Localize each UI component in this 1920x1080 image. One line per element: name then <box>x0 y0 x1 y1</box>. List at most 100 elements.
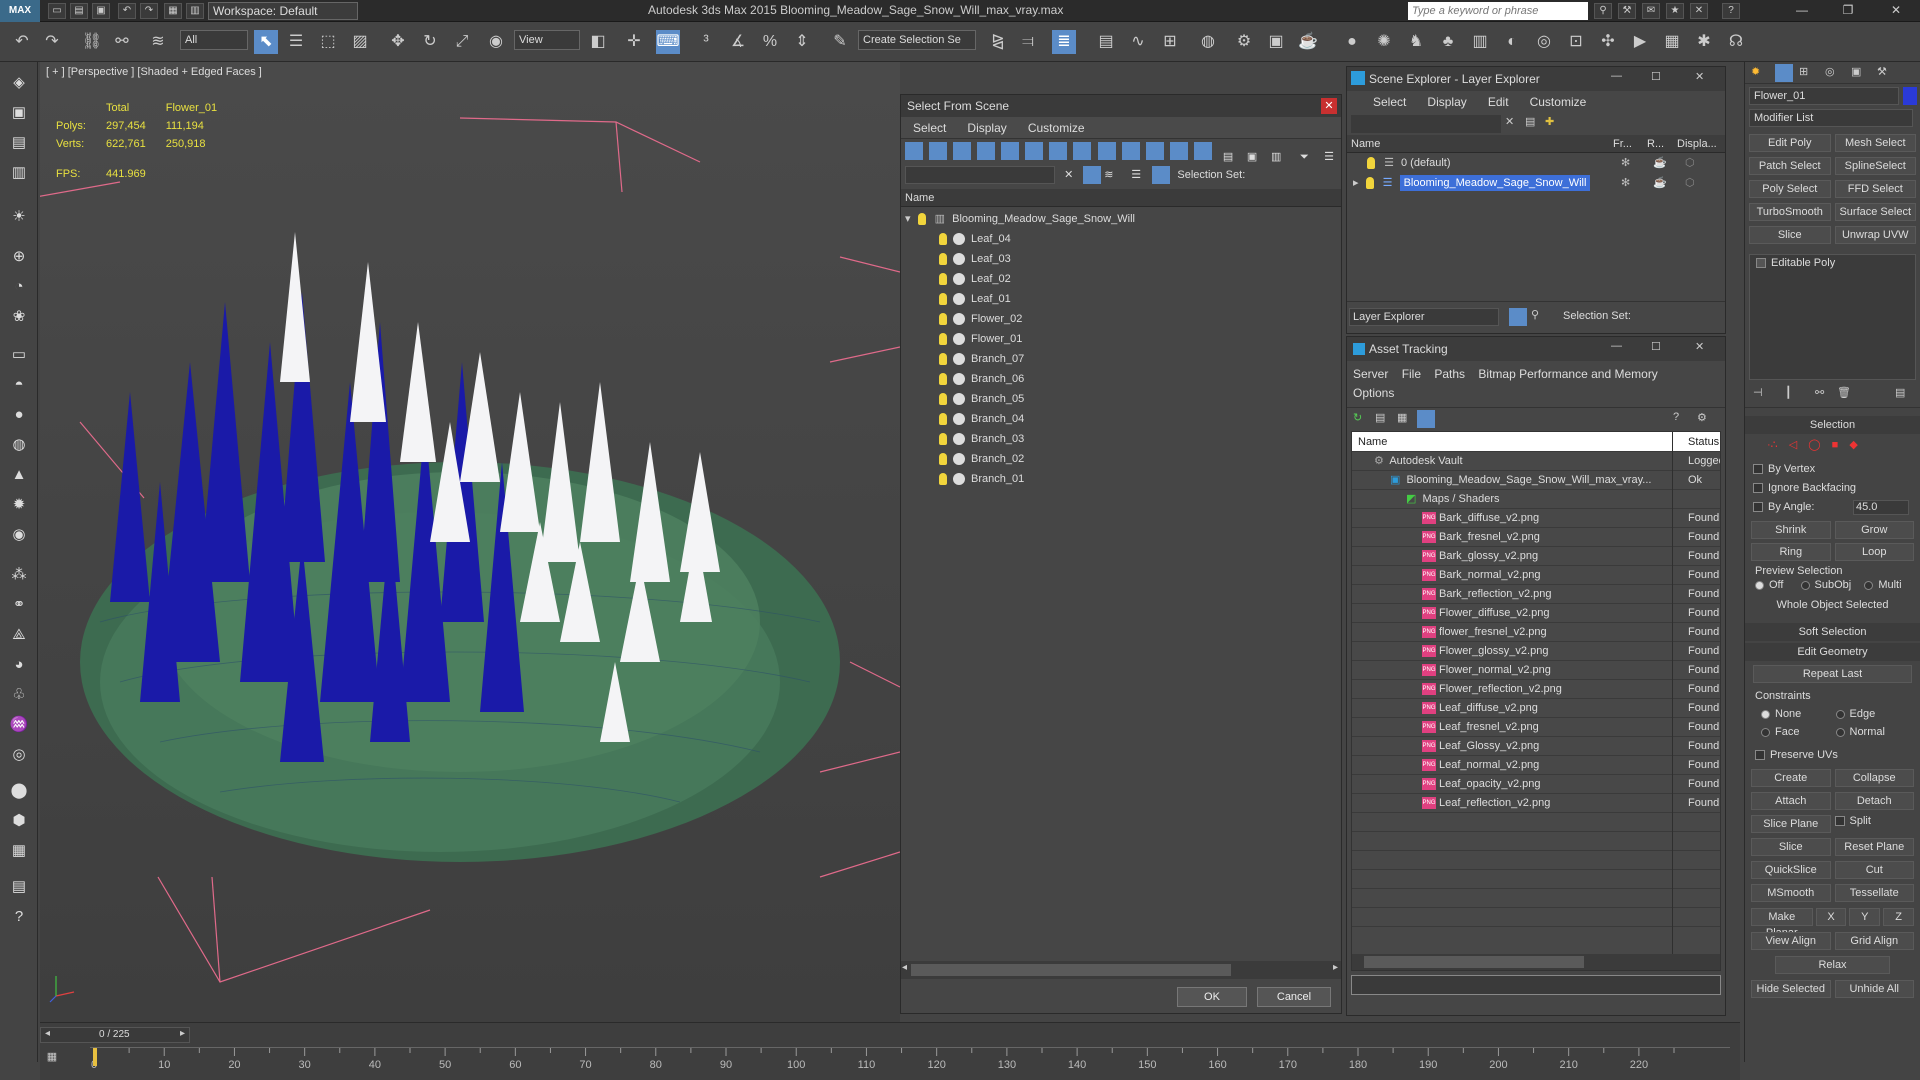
display-containers-icon[interactable] <box>1121 142 1140 160</box>
sfs-item-row[interactable]: Branch_03 <box>901 429 1341 449</box>
modifier-button[interactable]: Unwrap UVW <box>1834 226 1916 244</box>
sfs-menu-select[interactable]: Select <box>913 121 946 135</box>
se-menu-display[interactable]: Display <box>1427 95 1466 109</box>
vray-sun-icon[interactable]: ✺ <box>1372 30 1396 54</box>
at-minimize-icon[interactable]: — <box>1611 340 1622 352</box>
display-box-icon[interactable]: ⬡ <box>1685 173 1695 193</box>
at-maximize-icon[interactable]: ☐ <box>1651 340 1661 353</box>
modifier-button[interactable]: Surface Select <box>1834 203 1916 221</box>
undo-icon[interactable]: ↶ <box>118 3 136 19</box>
scale-icon[interactable]: ⤢ <box>450 30 474 54</box>
sfs-item-row[interactable]: Branch_06 <box>901 369 1341 389</box>
configure-sets-icon[interactable]: ▤ <box>1895 386 1905 399</box>
se-add-to-layer-icon[interactable]: ✚ <box>1545 115 1554 128</box>
scroll-left-icon[interactable]: ◂ <box>902 962 907 973</box>
sfs-menu-customize[interactable]: Customize <box>1028 121 1085 135</box>
planar-x-button[interactable]: X <box>1815 908 1847 926</box>
close-window-icon[interactable]: ✕ <box>1884 3 1908 19</box>
at-close-icon[interactable]: ✕ <box>1695 340 1704 353</box>
new-file-icon[interactable]: ▭ <box>48 3 66 19</box>
display-box-icon[interactable]: ⬡ <box>1685 153 1695 173</box>
se-col-name[interactable]: Name <box>1351 135 1380 153</box>
align-icon[interactable]: ⫤ <box>1016 30 1040 54</box>
time-slider-prev-icon[interactable]: ◂ <box>45 1028 50 1039</box>
render-production-icon[interactable]: ☕ <box>1296 30 1320 54</box>
perspective-viewport[interactable]: [ + ] [Perspective ] [Shaded + Edged Fac… <box>40 62 900 1022</box>
redo-icon[interactable]: ↷ <box>140 3 158 19</box>
cut-button[interactable]: Cut <box>1834 861 1914 879</box>
time-slider-next-icon[interactable]: ▸ <box>180 1028 185 1039</box>
reset-plane-button[interactable]: Reset Plane <box>1834 838 1914 856</box>
modifier-button[interactable]: Patch Select <box>1749 157 1831 175</box>
display-tab-icon[interactable]: ▣ <box>1851 65 1861 78</box>
relax-button[interactable]: Relax <box>1775 956 1890 974</box>
sfs-item-row[interactable]: Leaf_04 <box>901 229 1341 249</box>
motion-tab-icon[interactable]: ◎ <box>1825 65 1835 78</box>
sfs-item-row[interactable]: Leaf_03 <box>901 249 1341 269</box>
planar-y-button[interactable]: Y <box>1849 908 1881 926</box>
map-row[interactable]: PNG Bark_normal_v2.png Found <box>1352 566 1720 585</box>
sfs-search-input[interactable] <box>905 166 1055 184</box>
current-frame-marker[interactable] <box>93 1048 97 1066</box>
at-menu-paths[interactable]: Paths <box>1434 367 1465 381</box>
edit-geometry-rollout[interactable]: Edit Geometry <box>1745 643 1920 661</box>
at-horizontal-scrollbar[interactable] <box>1352 954 1720 970</box>
vray-lightmtl-icon[interactable]: ☊ <box>1724 30 1748 54</box>
visibility-bulb-icon[interactable] <box>939 453 947 466</box>
preview-multi-radio[interactable] <box>1864 580 1874 590</box>
help-icon[interactable]: ? <box>1722 3 1740 19</box>
at-path-field[interactable] <box>1351 975 1721 995</box>
hide-selected-button[interactable]: Hide Selected <box>1751 980 1831 998</box>
blue-sphere-icon[interactable]: ⬤ <box>6 778 32 804</box>
app-logo-button[interactable]: MAX <box>0 0 40 22</box>
layer-visibility-bulb-icon[interactable] <box>1365 177 1374 190</box>
map-row[interactable]: PNG Flower_reflection_v2.png Found <box>1352 680 1720 699</box>
make-unique-icon[interactable]: ⚯ <box>1815 386 1824 399</box>
display-xrefs-icon[interactable] <box>1073 142 1092 160</box>
constraint-face-radio[interactable] <box>1761 727 1770 737</box>
shrink-button[interactable]: Shrink <box>1751 521 1831 539</box>
constraint-none-radio[interactable] <box>1761 709 1770 719</box>
named-selection-dropdown[interactable]: Create Selection Se <box>858 30 976 50</box>
visibility-bulb-icon[interactable] <box>917 213 926 226</box>
se-close-icon[interactable]: ✕ <box>1695 70 1704 83</box>
ok-button[interactable]: OK <box>1177 987 1247 1007</box>
sfs-item-row[interactable]: Branch_02 <box>901 449 1341 469</box>
map-row[interactable]: PNG Flower_diffuse_v2.png Found <box>1352 604 1720 623</box>
display-frozen-icon[interactable] <box>1145 142 1164 160</box>
undo-icon[interactable]: ↶ <box>10 30 34 54</box>
vray-mesh-export-icon[interactable]: ◎ <box>1532 30 1556 54</box>
maximize-icon[interactable]: ❐ <box>1836 3 1860 19</box>
at-menu-server[interactable]: Server <box>1353 367 1388 381</box>
preview-subobj-radio[interactable] <box>1800 580 1810 590</box>
clear-search-icon[interactable]: ✕ <box>1064 168 1080 181</box>
sphere-icon[interactable]: ● <box>6 402 32 428</box>
se-hierarchy-mode-icon[interactable]: ⚲ <box>1531 308 1539 321</box>
scroll-right-icon[interactable]: ▸ <box>1333 962 1338 973</box>
se-col-frozen[interactable]: Fr... <box>1613 135 1632 153</box>
save-file-icon[interactable]: ▣ <box>92 3 110 19</box>
display-groups-icon[interactable] <box>1049 142 1068 160</box>
sfs-item-row[interactable]: Leaf_02 <box>901 269 1341 289</box>
render-setup-icon[interactable]: ⚙ <box>1232 30 1256 54</box>
modify-panel-icon[interactable]: ▣ <box>6 100 32 126</box>
utilities-tab-icon[interactable]: ⚒ <box>1877 65 1887 78</box>
minimize-icon[interactable]: — <box>1790 3 1814 19</box>
modifier-list-dropdown[interactable]: Modifier List <box>1749 109 1913 127</box>
cube-icon[interactable]: ⬢ <box>6 808 32 834</box>
create-geometry-icon[interactable]: ◈ <box>6 70 32 96</box>
ring-button[interactable]: Ring <box>1751 543 1831 561</box>
modifier-button[interactable]: Mesh Select <box>1834 134 1916 152</box>
se-new-layer-icon[interactable]: ▤ <box>1525 115 1535 128</box>
redo-icon[interactable]: ↷ <box>40 30 64 54</box>
rect-selection-region-icon[interactable]: ⬚ <box>316 30 340 54</box>
sfs-item-row[interactable]: Flower_02 <box>901 309 1341 329</box>
se-menu-customize[interactable]: Customize <box>1530 95 1587 109</box>
spacewarp-icon[interactable]: ❀ <box>6 304 32 330</box>
collapse-arrow-icon[interactable]: ▾ <box>905 213 911 225</box>
tessellate-button[interactable]: Tessellate <box>1834 884 1914 902</box>
view-align-button[interactable]: View Align <box>1751 932 1831 950</box>
file-row[interactable]: ▣ Blooming_Meadow_Sage_Snow_Will_max_vra… <box>1352 471 1720 490</box>
layer-row-meadow[interactable]: ▸ ☰ Blooming_Meadow_Sage_Snow_Will ✻ ☕ ⬡ <box>1347 173 1725 193</box>
display-shapes-icon[interactable] <box>929 142 948 160</box>
